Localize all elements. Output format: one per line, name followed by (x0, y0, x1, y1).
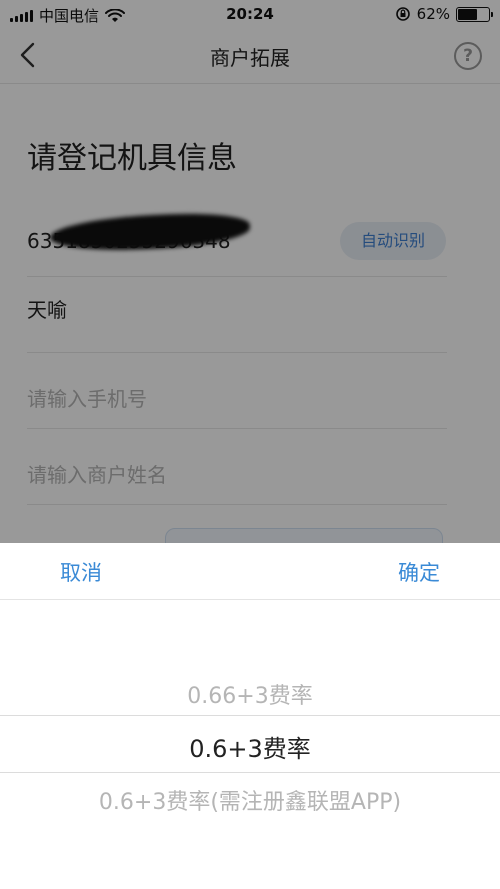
modal-overlay[interactable] (0, 0, 500, 543)
cancel-button[interactable]: 取消 (60, 557, 102, 587)
picker-toolbar: 取消 确定 (0, 543, 500, 600)
rate-picker-sheet: 取消 确定 0.66+3费率 0.6+3费率 0.6+3费率(需注册鑫联盟APP… (0, 543, 500, 889)
confirm-button[interactable]: 确定 (398, 557, 440, 587)
picker-option[interactable]: 0.66+3费率 (0, 678, 500, 710)
picker-highlight-bottom (0, 772, 500, 773)
picker-option-selected[interactable]: 0.6+3费率 (0, 729, 500, 764)
picker-highlight-top (0, 715, 500, 716)
picker-option[interactable]: 0.6+3费率(需注册鑫联盟APP) (0, 784, 500, 816)
